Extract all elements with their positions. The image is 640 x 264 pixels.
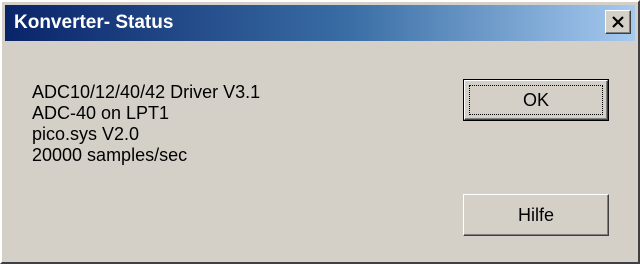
close-icon [612,16,624,28]
title-bar[interactable]: Konverter- Status [5,5,635,41]
status-dialog: Konverter- Status ADC10/12/40/42 Driver … [0,0,640,264]
ok-button-label: OK [522,89,549,110]
converter-port-line: ADC-40 on LPT1 [32,103,170,123]
ok-button[interactable]: OK [463,79,609,121]
close-button[interactable] [605,10,631,34]
driver-version-line: ADC10/12/40/42 Driver V3.1 [32,82,261,102]
help-button[interactable]: Hilfe [463,194,609,236]
window-title: Konverter- Status [14,12,174,33]
help-button-label: Hilfe [517,204,554,225]
sys-version-line: pico.sys V2.0 [32,124,140,144]
sample-rate-line: 20000 samples/sec [32,145,188,165]
driver-info: ADC10/12/40/42 Driver V3.1 ADC-40 on LPT… [32,82,260,166]
